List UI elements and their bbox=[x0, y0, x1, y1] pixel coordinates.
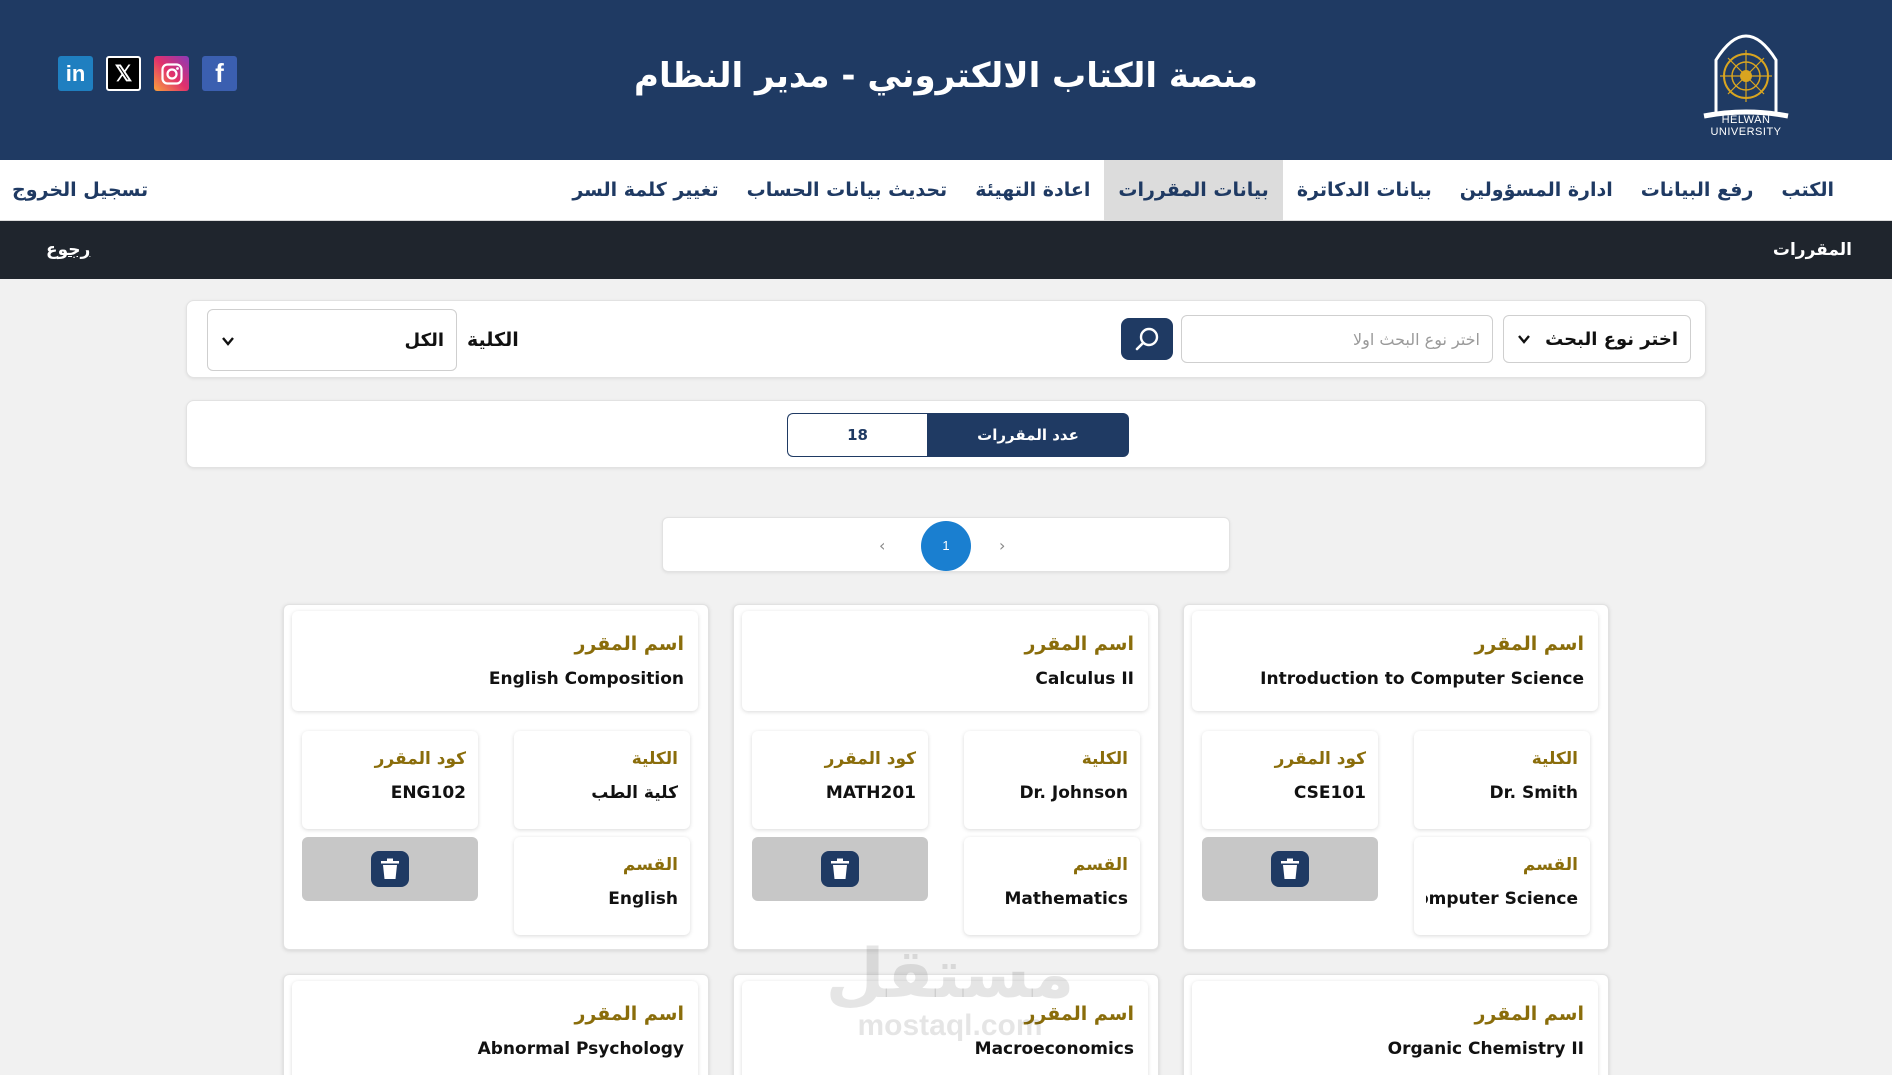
course-faculty-value: Dr. Johnson bbox=[1019, 783, 1128, 803]
course-department-label: القسم bbox=[1522, 855, 1578, 875]
search-icon bbox=[1135, 327, 1159, 351]
section-bar: المقررات رجوع bbox=[0, 221, 1892, 279]
pagination: ‹ 1 › bbox=[662, 517, 1230, 572]
search-input[interactable] bbox=[1181, 315, 1493, 363]
course-card: اسم المقرر Calculus II الكلية Dr. Johnso… bbox=[733, 604, 1159, 950]
course-name-box: اسم المقرر Calculus II bbox=[742, 611, 1148, 711]
delete-course-button[interactable] bbox=[752, 837, 928, 901]
course-code-label: كود المقرر bbox=[1274, 749, 1366, 769]
course-department-value: English bbox=[608, 889, 678, 909]
nav-item-upload-data[interactable]: رفع البيانات bbox=[1627, 160, 1768, 221]
back-link[interactable]: رجوع bbox=[46, 221, 90, 279]
instagram-icon[interactable] bbox=[154, 56, 189, 91]
course-name-label: اسم المقرر bbox=[1474, 1003, 1584, 1025]
search-panel: اختر نوع البحث الكلية الكل bbox=[186, 300, 1706, 378]
nav-item-books[interactable]: الكتب bbox=[1767, 160, 1848, 221]
course-name-box: اسم المقرر Introduction to Computer Scie… bbox=[1192, 611, 1598, 711]
course-code-label: كود المقرر bbox=[824, 749, 916, 769]
top-header: HELWAN UNIVERSITY منصة الكتاب الالكتروني… bbox=[0, 0, 1892, 160]
course-department-value: Computer Science bbox=[1426, 889, 1578, 909]
course-card: اسم المقرر Introduction to Computer Scie… bbox=[1183, 604, 1609, 950]
facebook-icon[interactable]: f bbox=[202, 56, 237, 91]
nav-item-reset[interactable]: اعادة التهيئة bbox=[961, 160, 1104, 221]
pagination-next[interactable]: › bbox=[999, 518, 1005, 573]
course-name-value: Macroeconomics bbox=[974, 1039, 1134, 1059]
course-faculty-label: الكلية bbox=[631, 749, 678, 769]
course-name-value: English Composition bbox=[488, 669, 684, 689]
course-name-box: اسم المقرر Organic Chemistry II bbox=[1192, 981, 1598, 1075]
logout-link[interactable]: تسجيل الخروج bbox=[12, 160, 148, 221]
course-department-box: القسم Computer Science bbox=[1414, 837, 1590, 935]
course-department-box: القسم Mathematics bbox=[964, 837, 1140, 935]
course-code-value: MATH201 bbox=[825, 783, 916, 803]
faculty-select[interactable]: الكل bbox=[207, 309, 457, 371]
course-code-box: كود المقرر CSE101 bbox=[1202, 731, 1378, 829]
delete-course-button[interactable] bbox=[302, 837, 478, 901]
pagination-prev[interactable]: ‹ bbox=[879, 518, 885, 573]
course-name-label: اسم المقرر bbox=[1024, 633, 1134, 655]
main-nav: الكتب رفع البيانات ادارة المسؤولين بيانا… bbox=[0, 160, 1892, 221]
course-department-label: القسم bbox=[622, 855, 678, 875]
course-card: اسم المقرر Organic Chemistry II bbox=[1183, 974, 1609, 1075]
nav-item-change-password[interactable]: تغيير كلمة السر bbox=[558, 160, 732, 221]
course-count: 18 عدد المقررات bbox=[787, 413, 1129, 457]
course-department-value: Mathematics bbox=[1004, 889, 1128, 909]
x-twitter-icon[interactable]: 𝕏 bbox=[106, 56, 141, 91]
instagram-glyph-icon bbox=[160, 62, 183, 85]
course-name-label: اسم المقرر bbox=[574, 1003, 684, 1025]
course-faculty-label: الكلية bbox=[1081, 749, 1128, 769]
course-card: اسم المقرر English Composition الكلية كل… bbox=[283, 604, 709, 950]
course-code-value: CSE101 bbox=[1293, 783, 1366, 803]
search-type-label: اختر نوع البحث bbox=[1545, 329, 1678, 350]
section-title: المقررات bbox=[1772, 240, 1852, 260]
course-faculty-label: الكلية bbox=[1531, 749, 1578, 769]
search-button[interactable] bbox=[1121, 318, 1173, 360]
course-faculty-box: الكلية Dr. Smith bbox=[1414, 731, 1590, 829]
course-count-label: عدد المقررات bbox=[927, 413, 1129, 457]
trash-icon bbox=[371, 851, 409, 887]
social-links: in 𝕏 f bbox=[58, 56, 237, 91]
nav-item-update-account[interactable]: تحديث بيانات الحساب bbox=[733, 160, 962, 221]
course-faculty-value: كلية الطب bbox=[591, 783, 678, 803]
nav-items: الكتب رفع البيانات ادارة المسؤولين بيانا… bbox=[558, 160, 1848, 221]
course-name-value: Organic Chemistry II bbox=[1387, 1039, 1584, 1059]
course-count-value: 18 bbox=[787, 413, 927, 457]
chevron-down-icon bbox=[222, 337, 234, 346]
university-logo-text: HELWAN UNIVERSITY bbox=[1710, 114, 1782, 138]
course-name-box: اسم المقرر Abnormal Psychology bbox=[292, 981, 698, 1075]
course-name-label: اسم المقرر bbox=[1024, 1003, 1134, 1025]
course-faculty-value: Dr. Smith bbox=[1489, 783, 1578, 803]
linkedin-icon[interactable]: in bbox=[58, 56, 93, 91]
faculty-filter-label: الكلية bbox=[467, 329, 519, 351]
pagination-page[interactable]: 1 bbox=[921, 521, 971, 571]
course-code-box: كود المقرر MATH201 bbox=[752, 731, 928, 829]
course-name-label: اسم المقرر bbox=[1474, 633, 1584, 655]
nav-item-courses[interactable]: بيانات المقررات bbox=[1104, 160, 1283, 221]
count-panel: 18 عدد المقررات bbox=[186, 400, 1706, 468]
course-department-label: القسم bbox=[1072, 855, 1128, 875]
trash-icon bbox=[821, 851, 859, 887]
chevron-down-icon bbox=[1518, 335, 1530, 344]
course-department-box: القسم English bbox=[514, 837, 690, 935]
nav-item-doctors[interactable]: بيانات الدكاترة bbox=[1283, 160, 1446, 221]
course-name-value: Calculus II bbox=[1035, 669, 1134, 689]
course-name-value: Introduction to Computer Science bbox=[1260, 669, 1584, 689]
trash-icon bbox=[1271, 851, 1309, 887]
faculty-select-value: الكل bbox=[404, 330, 444, 351]
course-name-box: اسم المقرر Macroeconomics bbox=[742, 981, 1148, 1075]
course-code-box: كود المقرر ENG102 bbox=[302, 731, 478, 829]
course-faculty-box: الكلية كلية الطب bbox=[514, 731, 690, 829]
page-title: منصة الكتاب الالكتروني - مدير النظام bbox=[634, 56, 1258, 96]
search-type-select[interactable]: اختر نوع البحث bbox=[1503, 315, 1691, 363]
course-name-box: اسم المقرر English Composition bbox=[292, 611, 698, 711]
nav-item-admins[interactable]: ادارة المسؤولين bbox=[1446, 160, 1627, 221]
course-card: اسم المقرر Abnormal Psychology bbox=[283, 974, 709, 1075]
course-card: اسم المقرر Macroeconomics bbox=[733, 974, 1159, 1075]
delete-course-button[interactable] bbox=[1202, 837, 1378, 901]
course-code-value: ENG102 bbox=[390, 783, 466, 803]
course-name-value: Abnormal Psychology bbox=[477, 1039, 684, 1059]
course-code-label: كود المقرر bbox=[374, 749, 466, 769]
course-name-label: اسم المقرر bbox=[574, 633, 684, 655]
course-faculty-box: الكلية Dr. Johnson bbox=[964, 731, 1140, 829]
